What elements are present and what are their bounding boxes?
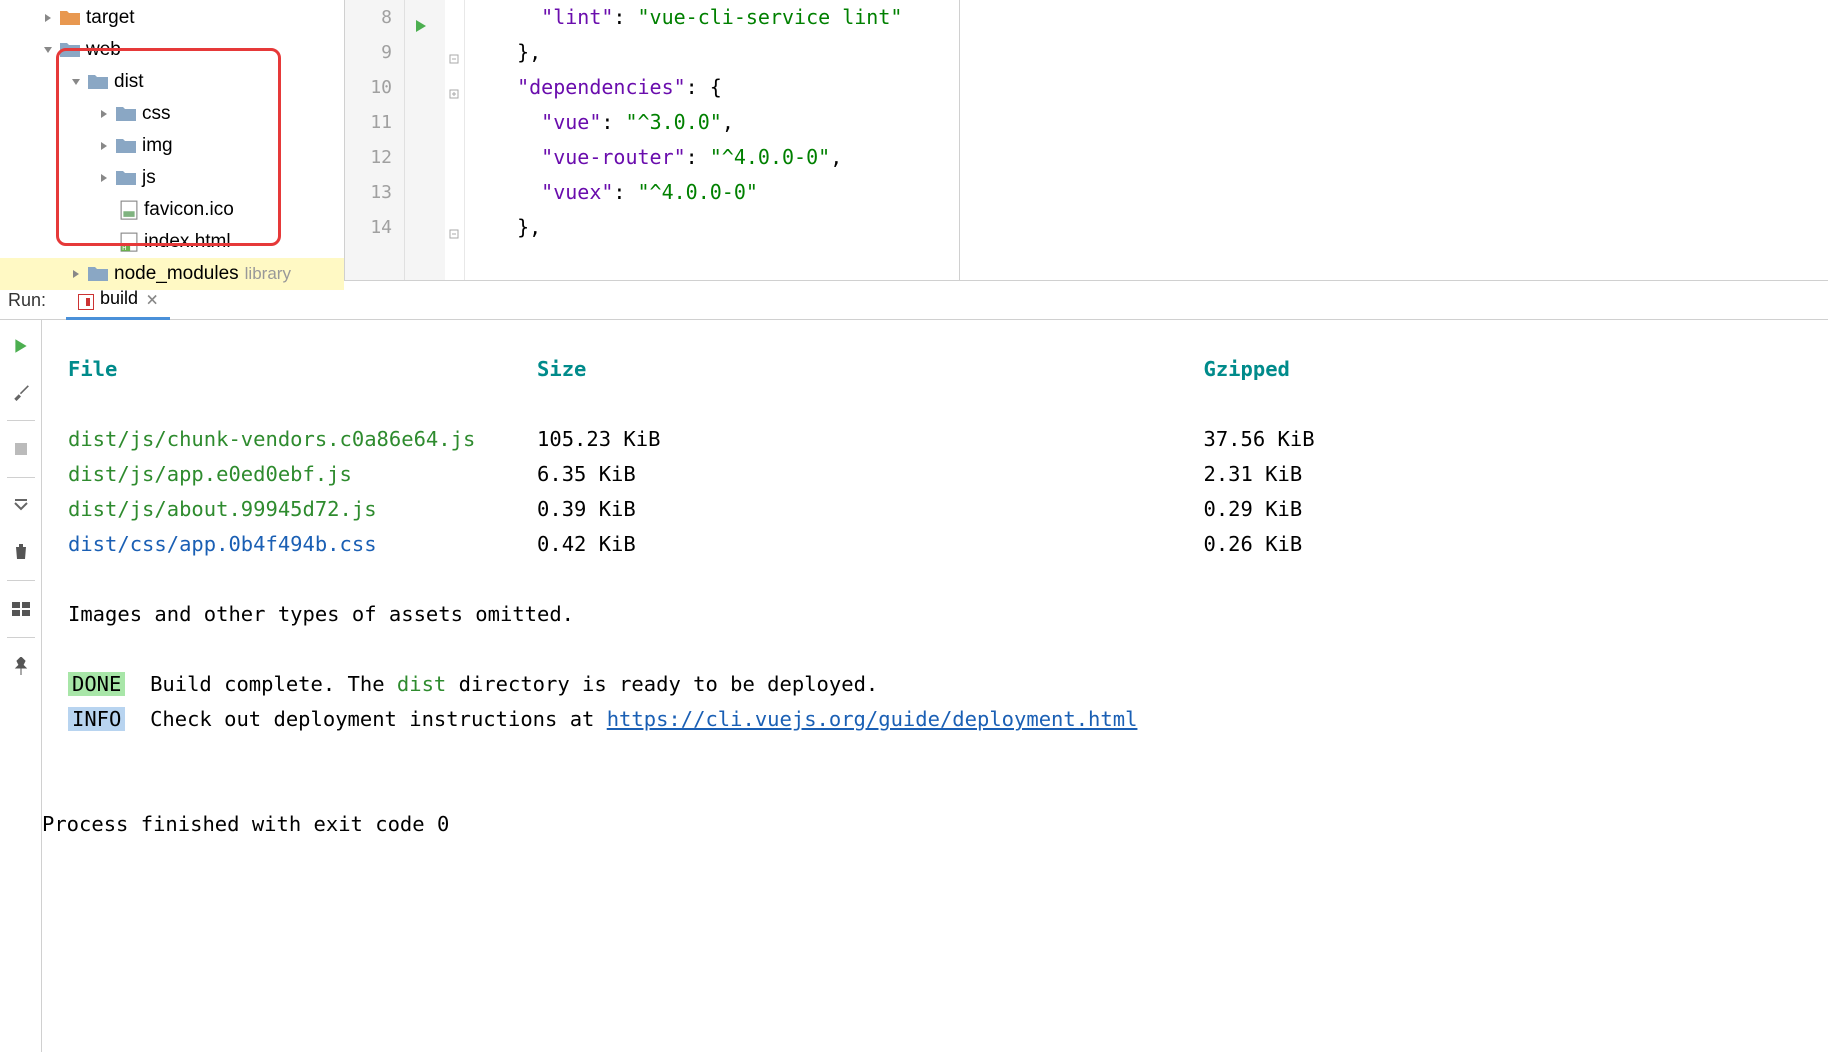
build-output-row: dist/js/chunk-vendors.c0a86e64.js 105.23… — [68, 422, 1802, 457]
project-tree-sidebar: target web dist css img js — [0, 0, 345, 280]
folder-icon — [60, 6, 86, 30]
tree-item-web[interactable]: web — [0, 34, 344, 66]
fold-close-icon[interactable] — [448, 221, 460, 233]
run-tab-label: build — [100, 288, 138, 309]
tree-label: node_modules — [114, 263, 239, 285]
npm-icon — [78, 291, 94, 307]
fold-column — [445, 0, 465, 280]
tree-item-favicon[interactable]: favicon.ico — [0, 194, 344, 226]
console-omitted: Images and other types of assets omitted… — [68, 597, 1802, 632]
build-output-row: dist/css/app.0b4f494b.css 0.42 KiB 0.26 … — [68, 527, 1802, 562]
fold-open-icon[interactable] — [448, 81, 460, 93]
tree-label: dist — [114, 71, 144, 93]
tree-label: css — [142, 103, 171, 125]
tree-item-node-modules[interactable]: node_modules library — [0, 258, 344, 290]
html-file-icon: H — [120, 233, 138, 251]
tree-item-js[interactable]: js — [0, 162, 344, 194]
console-header-gzipped: Gzipped — [1204, 357, 1290, 381]
layout-button[interactable] — [9, 597, 33, 621]
run-gutter-icon[interactable] — [413, 15, 429, 39]
run-toolbar — [0, 320, 42, 1052]
library-root-label: library — [245, 264, 291, 284]
info-badge: INFO — [68, 707, 125, 731]
clear-button[interactable] — [9, 540, 33, 564]
tree-label: js — [142, 167, 156, 189]
exit-code: Process finished with exit code 0 — [42, 807, 1802, 842]
tree-label: index.html — [144, 231, 231, 253]
chevron-right-icon[interactable] — [96, 138, 112, 154]
chevron-down-icon[interactable] — [40, 42, 56, 58]
done-badge: DONE — [68, 672, 125, 696]
settings-button[interactable] — [9, 380, 33, 404]
tree-label: web — [86, 39, 121, 61]
folder-icon — [60, 38, 86, 62]
chevron-right-icon[interactable] — [96, 170, 112, 186]
deployment-link[interactable]: https://cli.vuejs.org/guide/deployment.h… — [607, 707, 1138, 731]
folder-icon — [88, 70, 114, 94]
tree-label: img — [142, 135, 173, 157]
folder-icon — [116, 102, 142, 126]
ico-file-icon — [120, 201, 138, 219]
run-panel-body: File Size Gzipped dist/js/chunk-vendors.… — [0, 320, 1828, 1052]
tree-item-img[interactable]: img — [0, 130, 344, 162]
chevron-down-icon[interactable] — [68, 74, 84, 90]
folder-icon — [116, 134, 142, 158]
build-output-row: dist/js/about.99945d72.js 0.39 KiB 0.29 … — [68, 492, 1802, 527]
fold-close-icon[interactable] — [448, 46, 460, 58]
tree-label: favicon.ico — [144, 199, 234, 221]
tree-item-index[interactable]: H index.html — [0, 226, 344, 258]
svg-text:H: H — [122, 244, 126, 252]
close-icon[interactable]: × — [146, 287, 158, 311]
code-editor[interactable]: 8 9 10 11 12 13 14 "lint": "vue-cli-serv… — [345, 0, 960, 280]
chevron-right-icon[interactable] — [40, 10, 56, 26]
chevron-right-icon[interactable] — [96, 106, 112, 122]
editor-empty-area — [960, 0, 1828, 280]
folder-icon — [116, 166, 142, 190]
console-header-size: Size — [537, 357, 586, 381]
run-panel-label: Run: — [8, 290, 46, 311]
line-number-gutter: 8 9 10 11 12 13 14 — [345, 0, 405, 280]
chevron-right-icon[interactable] — [68, 266, 84, 282]
console-header-file: File — [68, 357, 117, 381]
pin-button[interactable] — [9, 654, 33, 678]
stop-button[interactable] — [9, 437, 33, 461]
tree-item-dist[interactable]: dist — [0, 66, 344, 98]
code-content[interactable]: "lint": "vue-cli-service lint" }, "depen… — [465, 0, 959, 280]
gutter-run-icons — [405, 0, 445, 280]
console-output[interactable]: File Size Gzipped dist/js/chunk-vendors.… — [42, 320, 1828, 1052]
tree-item-css[interactable]: css — [0, 98, 344, 130]
rerun-button[interactable] — [9, 334, 33, 358]
scroll-down-button[interactable] — [9, 494, 33, 518]
folder-icon — [88, 262, 114, 286]
build-output-row: dist/js/app.e0ed0ebf.js 6.35 KiB 2.31 Ki… — [68, 457, 1802, 492]
tree-label: target — [86, 7, 135, 29]
tree-item-target[interactable]: target — [0, 2, 344, 34]
